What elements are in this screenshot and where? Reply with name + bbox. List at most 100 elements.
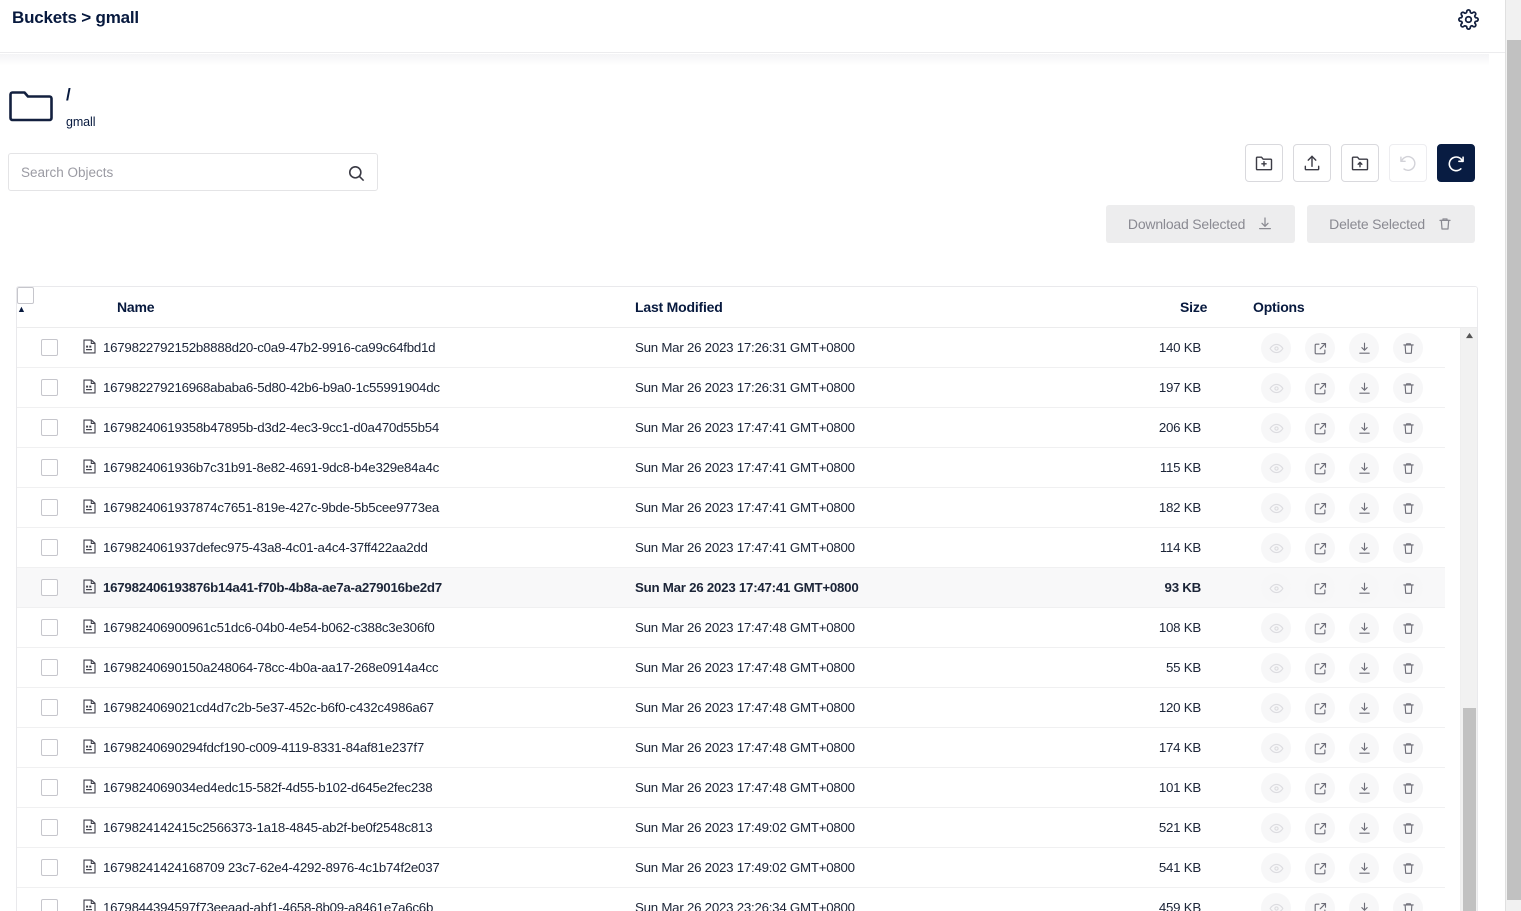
table-row[interactable]: 1679824061936b7c31b91-8e82-4691-9dc8-b4e… <box>17 448 1445 488</box>
row-action-preview-button[interactable] <box>1261 453 1291 483</box>
row-checkbox[interactable] <box>41 699 58 716</box>
row-action-download-button[interactable] <box>1349 693 1379 723</box>
table-row[interactable]: 167982279216968ababa6-5d80-42b6-b9a0-1c5… <box>17 368 1445 408</box>
column-header-name[interactable]: Name <box>117 299 155 315</box>
row-action-delete-button[interactable] <box>1393 333 1423 363</box>
rewind-button[interactable] <box>1389 144 1427 182</box>
table-row[interactable]: 16798241424168709 23c7-62e4-4292-8976-4c… <box>17 848 1445 888</box>
row-action-share-button[interactable] <box>1305 493 1335 523</box>
row-action-preview-button[interactable] <box>1261 573 1291 603</box>
row-action-delete-button[interactable] <box>1393 653 1423 683</box>
column-header-last-modified[interactable]: Last Modified <box>635 299 723 315</box>
table-row[interactable]: 1679824142415c2566373-1a18-4845-ab2f-be0… <box>17 808 1445 848</box>
row-action-preview-button[interactable] <box>1261 813 1291 843</box>
row-action-delete-button[interactable] <box>1393 733 1423 763</box>
table-row[interactable]: 1679824069021cd4d7c2b-5e37-452c-b6f0-c43… <box>17 688 1445 728</box>
create-folder-button[interactable] <box>1245 144 1283 182</box>
row-checkbox[interactable] <box>41 819 58 836</box>
column-header-size[interactable]: Size <box>1180 299 1207 315</box>
delete-selected-button[interactable]: Delete Selected <box>1307 205 1475 243</box>
row-action-download-button[interactable] <box>1349 453 1379 483</box>
table-scrollbar[interactable] <box>1460 328 1477 911</box>
row-action-preview-button[interactable] <box>1261 693 1291 723</box>
row-checkbox[interactable] <box>41 379 58 396</box>
table-row[interactable]: 167982406900961c51dc6-04b0-4e54-b062-c38… <box>17 608 1445 648</box>
row-action-preview-button[interactable] <box>1261 613 1291 643</box>
row-action-delete-button[interactable] <box>1393 413 1423 443</box>
upload-button[interactable] <box>1293 144 1331 182</box>
row-action-download-button[interactable] <box>1349 853 1379 883</box>
row-action-delete-button[interactable] <box>1393 693 1423 723</box>
table-row[interactable]: 1679824069034ed4edc15-582f-4d55-b102-d64… <box>17 768 1445 808</box>
row-action-delete-button[interactable] <box>1393 813 1423 843</box>
row-action-share-button[interactable] <box>1305 533 1335 563</box>
row-action-share-button[interactable] <box>1305 613 1335 643</box>
row-action-download-button[interactable] <box>1349 413 1379 443</box>
row-action-download-button[interactable] <box>1349 333 1379 363</box>
row-checkbox[interactable] <box>41 499 58 516</box>
table-row[interactable]: 1679844394597f73eeaad-abf1-4658-8b09-a84… <box>17 888 1445 911</box>
table-row[interactable]: 1679824061937874c7651-819e-427c-9bde-5b5… <box>17 488 1445 528</box>
row-action-share-button[interactable] <box>1305 653 1335 683</box>
search-icon[interactable] <box>345 162 367 184</box>
row-action-delete-button[interactable] <box>1393 493 1423 523</box>
row-action-share-button[interactable] <box>1305 693 1335 723</box>
row-checkbox[interactable] <box>41 859 58 876</box>
table-row[interactable]: 16798240690294fdcf190-c009-4119-8331-84a… <box>17 728 1445 768</box>
row-action-preview-button[interactable] <box>1261 413 1291 443</box>
row-action-share-button[interactable] <box>1305 333 1335 363</box>
row-checkbox[interactable] <box>41 539 58 556</box>
row-action-share-button[interactable] <box>1305 573 1335 603</box>
row-action-download-button[interactable] <box>1349 813 1379 843</box>
table-row[interactable]: 167982406193876b14a41-f70b-4b8a-ae7a-a27… <box>17 568 1445 608</box>
row-action-share-button[interactable] <box>1305 373 1335 403</box>
scroll-up-arrow[interactable] <box>1461 328 1477 343</box>
row-action-download-button[interactable] <box>1349 493 1379 523</box>
row-action-download-button[interactable] <box>1349 373 1379 403</box>
row-action-download-button[interactable] <box>1349 533 1379 563</box>
table-row[interactable]: 16798240690150a248064-78cc-4b0a-aa17-268… <box>17 648 1445 688</box>
row-action-delete-button[interactable] <box>1393 893 1423 911</box>
row-checkbox[interactable] <box>41 619 58 636</box>
row-action-download-button[interactable] <box>1349 653 1379 683</box>
row-checkbox[interactable] <box>41 739 58 756</box>
page-scrollbar[interactable] <box>1505 0 1521 911</box>
upload-folder-button[interactable] <box>1341 144 1379 182</box>
row-action-delete-button[interactable] <box>1393 533 1423 563</box>
row-action-delete-button[interactable] <box>1393 613 1423 643</box>
row-action-share-button[interactable] <box>1305 733 1335 763</box>
row-action-share-button[interactable] <box>1305 413 1335 443</box>
row-action-delete-button[interactable] <box>1393 373 1423 403</box>
row-action-share-button[interactable] <box>1305 453 1335 483</box>
row-action-share-button[interactable] <box>1305 773 1335 803</box>
settings-button[interactable] <box>1453 4 1483 34</box>
table-row[interactable]: 16798240619358b47895b-d3d2-4ec3-9cc1-d0a… <box>17 408 1445 448</box>
row-action-share-button[interactable] <box>1305 853 1335 883</box>
row-action-preview-button[interactable] <box>1261 493 1291 523</box>
row-action-download-button[interactable] <box>1349 573 1379 603</box>
row-action-preview-button[interactable] <box>1261 853 1291 883</box>
row-checkbox[interactable] <box>41 659 58 676</box>
row-action-preview-button[interactable] <box>1261 373 1291 403</box>
row-checkbox[interactable] <box>41 459 58 476</box>
row-action-download-button[interactable] <box>1349 733 1379 763</box>
row-checkbox[interactable] <box>41 419 58 436</box>
row-checkbox[interactable] <box>41 339 58 356</box>
row-action-preview-button[interactable] <box>1261 893 1291 911</box>
row-action-delete-button[interactable] <box>1393 853 1423 883</box>
table-row[interactable]: 1679822792152b8888d20-c0a9-47b2-9916-ca9… <box>17 328 1445 368</box>
download-selected-button[interactable]: Download Selected <box>1105 205 1296 243</box>
table-row[interactable]: 1679824061937defec975-43a8-4c01-a4c4-37f… <box>17 528 1445 568</box>
row-checkbox[interactable] <box>41 779 58 796</box>
row-action-download-button[interactable] <box>1349 613 1379 643</box>
row-action-preview-button[interactable] <box>1261 773 1291 803</box>
row-checkbox[interactable] <box>41 579 58 596</box>
row-action-delete-button[interactable] <box>1393 773 1423 803</box>
row-action-preview-button[interactable] <box>1261 533 1291 563</box>
row-action-share-button[interactable] <box>1305 893 1335 911</box>
search-input[interactable] <box>21 154 331 190</box>
row-action-share-button[interactable] <box>1305 813 1335 843</box>
row-action-delete-button[interactable] <box>1393 573 1423 603</box>
row-action-preview-button[interactable] <box>1261 653 1291 683</box>
row-action-preview-button[interactable] <box>1261 733 1291 763</box>
